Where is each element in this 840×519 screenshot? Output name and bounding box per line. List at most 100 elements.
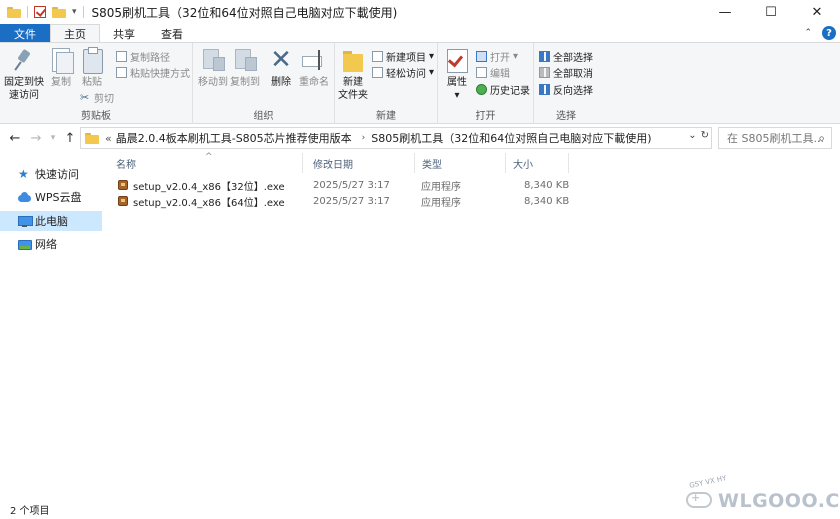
select-all-icon (539, 50, 550, 62)
column-header-type[interactable]: 类型 (414, 153, 506, 173)
new-folder-button[interactable]: 新建 文件夹 (338, 47, 368, 102)
easy-access-label: 轻松访问 (386, 68, 426, 80)
copy-to-button[interactable]: 复制到 (229, 47, 261, 89)
watermark-small-text: GSY VX HY (688, 474, 728, 490)
edit-button[interactable]: 编辑 (476, 64, 510, 80)
edit-label: 编辑 (490, 68, 510, 80)
column-label: 类型 (422, 159, 442, 171)
maximize-button[interactable]: ☐ (748, 0, 794, 24)
file-row[interactable]: setup_v2.0.4_x86【32位】.exe 2025/5/27 3:17… (108, 177, 578, 193)
select-all-button[interactable]: 全部选择 (539, 48, 593, 64)
watermark-logo: GSY VX HY WLGOOO.COM (684, 474, 840, 516)
dropdown-caret-icon: ▾ (429, 66, 435, 78)
search-input[interactable]: 在 S805刷机工具... ⌕ (718, 127, 832, 149)
copy-path-button[interactable]: 复制路径 (116, 48, 170, 64)
move-to-button[interactable]: 移动到 (197, 47, 229, 89)
scissors-icon: ✂ (80, 90, 90, 104)
tab-file[interactable]: 文件 (0, 24, 50, 43)
easy-access-button[interactable]: 轻松访问 ▾ (372, 64, 434, 80)
select-none-icon (539, 66, 550, 78)
paste-label: 粘贴 (82, 77, 102, 88)
sidebar-item-quick-access[interactable]: ★ 快速访问 (0, 164, 102, 184)
dropdown-caret-icon: ▾ (513, 50, 519, 62)
refresh-icon[interactable]: ↻ (701, 130, 709, 141)
sidebar-item-label: 此电脑 (35, 215, 68, 228)
file-size: 8,340 KB (524, 195, 570, 207)
search-icon[interactable]: ⌕ (818, 131, 825, 146)
forward-button[interactable]: → (27, 128, 45, 148)
sort-ascending-icon: ^ (205, 152, 213, 162)
group-open: 属性 ▾ 打开 ▾ 编辑 历史记录 打开 (438, 43, 534, 124)
item-count: 2 个项目 (10, 505, 50, 517)
sidebar-item-wps-cloud[interactable]: WPS云盘 (0, 187, 102, 207)
up-button[interactable]: ↑ (61, 128, 79, 148)
file-name: setup_v2.0.4_x86【32位】.exe (133, 181, 285, 193)
select-all-label: 全部选择 (553, 52, 593, 64)
group-label-select: 选择 (556, 111, 576, 122)
divider (27, 6, 28, 18)
history-icon (476, 83, 487, 95)
new-item-button[interactable]: 新建项目 ▾ (372, 48, 434, 64)
invert-selection-label: 反向选择 (553, 85, 593, 97)
tab-share[interactable]: 共享 (100, 24, 148, 43)
pin-quick-access-button[interactable]: 固定到快 速访问 (4, 47, 44, 102)
address-dropdown-icon[interactable]: ⌄ (688, 130, 696, 141)
sidebar-item-label: WPS云盘 (35, 191, 82, 204)
file-type: 应用程序 (421, 181, 461, 193)
folder-icon (7, 6, 21, 18)
paste-shortcut-button[interactable]: 粘贴快捷方式 (116, 64, 190, 80)
address-controls: ⌄ ↻ (688, 130, 709, 141)
column-label: 修改日期 (313, 159, 353, 171)
window-title: S805刷机工具（32位和64位对照自己电脑对应下載使用) (91, 5, 398, 20)
column-header-date[interactable]: 修改日期 (305, 153, 415, 173)
history-label: 历史记录 (490, 85, 530, 97)
breadcrumb-current[interactable]: S805刷机工具（32位和64位对照自己电脑对应下載使用) (371, 130, 651, 146)
star-icon: ★ (18, 166, 29, 181)
file-type: 应用程序 (421, 197, 461, 209)
copy-to-label: 复制到 (230, 77, 260, 88)
column-label: 大小 (513, 159, 533, 171)
file-date: 2025/5/27 3:17 (313, 195, 390, 207)
copy-button[interactable]: 复制 (48, 47, 74, 89)
breadcrumb-overflow[interactable]: « (105, 132, 112, 145)
minimize-button[interactable]: — (702, 0, 748, 24)
back-button[interactable]: ← (6, 128, 24, 148)
cut-button[interactable]: ✂ 剪切 (80, 89, 114, 105)
tab-home[interactable]: 主页 (50, 24, 100, 43)
collapse-ribbon-icon[interactable]: ⌃ (804, 28, 812, 38)
customize-quick-access-icon[interactable]: ▾ (72, 7, 77, 17)
title-bar: ▾ S805刷机工具（32位和64位对照自己电脑对应下載使用) — ☐ ✕ (0, 0, 840, 24)
pc-icon (18, 215, 33, 227)
delete-button[interactable]: ✕ 删除 (267, 47, 295, 89)
cut-label: 剪切 (94, 93, 114, 105)
network-icon (18, 239, 32, 250)
close-button[interactable]: ✕ (794, 0, 840, 24)
invert-selection-button[interactable]: 反向选择 (539, 81, 593, 97)
recent-locations-icon[interactable]: ▾ (48, 128, 58, 148)
file-row[interactable]: setup_v2.0.4_x86【64位】.exe 2025/5/27 3:17… (108, 193, 578, 209)
rename-button[interactable]: 重命名 (297, 47, 331, 89)
paste-button[interactable]: 粘贴 (79, 47, 105, 89)
history-button[interactable]: 历史记录 (476, 81, 530, 97)
navigation-pane: ★ 快速访问 WPS云盘 此电脑 网络 (0, 150, 102, 495)
breadcrumb-chevron-icon[interactable]: › (362, 133, 366, 143)
delete-label: 删除 (271, 77, 291, 88)
new-folder-icon[interactable] (52, 6, 66, 18)
breadcrumb-parent[interactable]: 晶晨2.0.4板本刷机工具-S805芯片推荐使用版本 (116, 130, 352, 146)
open-button[interactable]: 打开 ▾ (476, 48, 518, 64)
properties-button[interactable]: 属性 ▾ (442, 47, 472, 102)
sidebar-item-this-pc[interactable]: 此电脑 (0, 211, 102, 231)
open-label: 打开 (490, 52, 510, 64)
column-header-size[interactable]: 大小 (505, 153, 569, 173)
sidebar-item-network[interactable]: 网络 (0, 234, 102, 254)
group-new: 新建 文件夹 新建项目 ▾ 轻松访问 ▾ 新建 (335, 43, 438, 124)
new-item-label: 新建项目 (386, 52, 426, 64)
file-name: setup_v2.0.4_x86【64位】.exe (133, 197, 285, 209)
properties-check-icon[interactable] (34, 6, 46, 18)
tab-view[interactable]: 查看 (148, 24, 196, 43)
select-none-button[interactable]: 全部取消 (539, 64, 593, 80)
select-none-label: 全部取消 (553, 68, 593, 80)
help-icon[interactable]: ? (822, 26, 836, 40)
address-bar[interactable]: « 晶晨2.0.4板本刷机工具-S805芯片推荐使用版本 › S805刷机工具（… (80, 127, 712, 149)
column-header-name[interactable]: ^ 名称 (108, 152, 303, 173)
